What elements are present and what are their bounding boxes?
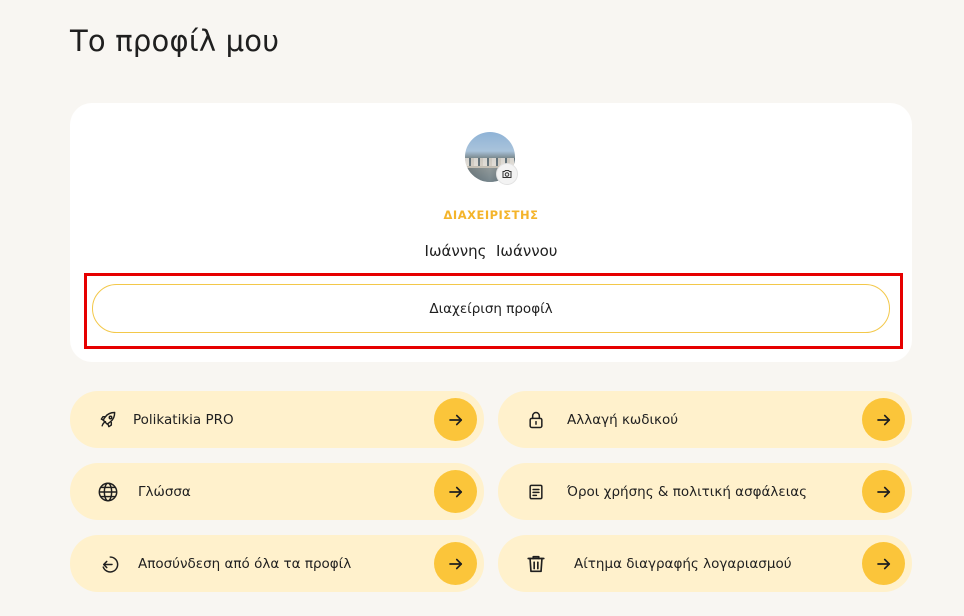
menu-item-label: Αλλαγή κωδικού (567, 411, 679, 428)
menu-item-label: Όροι χρήσης & πολιτική ασφάλειας (567, 483, 808, 500)
page-title: Το προφίλ μου (70, 24, 280, 58)
document-icon (524, 480, 548, 504)
menu-item-language[interactable]: Γλώσσα (70, 463, 484, 520)
avatar-container[interactable] (465, 132, 518, 185)
menu-item-label: Polikatikia PRO (133, 411, 234, 428)
arrow-right-icon[interactable] (862, 542, 905, 585)
user-name: Ιωάννης Ιωάννου (424, 242, 558, 260)
arrow-right-icon[interactable] (862, 398, 905, 441)
manage-profile-button[interactable]: Διαχείριση προφίλ (92, 284, 890, 333)
globe-icon (96, 480, 120, 504)
arrow-right-icon[interactable] (862, 470, 905, 513)
camera-icon[interactable] (496, 163, 518, 185)
menu-item-change-password[interactable]: Αλλαγή κωδικού (498, 391, 912, 448)
rocket-icon (96, 408, 120, 432)
menu-item-label: Αίτημα διαγραφής λογαριασμού (574, 555, 792, 572)
menu-item-delete-account[interactable]: Αίτημα διαγραφής λογαριασμού (498, 535, 912, 592)
menu-item-logout-all[interactable]: Αποσύνδεση από όλα τα προφίλ (70, 535, 484, 592)
arrow-right-icon[interactable] (434, 542, 477, 585)
menu-item-label: Γλώσσα (138, 483, 191, 500)
lock-icon (524, 408, 548, 432)
menu-item-label: Αποσύνδεση από όλα τα προφίλ (138, 555, 352, 572)
menu-item-terms[interactable]: Όροι χρήσης & πολιτική ασφάλειας (498, 463, 912, 520)
menu-item-pro[interactable]: Polikatikia PRO (70, 391, 484, 448)
trash-icon (524, 552, 548, 576)
logout-icon (96, 552, 120, 576)
page: Το προφίλ μου ΔΙΑΧΕΙΡΙΣΤΗΣ Ιωάννης Ιωάνν… (0, 0, 964, 616)
arrow-right-icon[interactable] (434, 398, 477, 441)
arrow-right-icon[interactable] (434, 470, 477, 513)
role-label: ΔΙΑΧΕΙΡΙΣΤΗΣ (443, 208, 539, 222)
profile-card: ΔΙΑΧΕΙΡΙΣΤΗΣ Ιωάννης Ιωάννου Διαχείριση … (70, 103, 912, 362)
